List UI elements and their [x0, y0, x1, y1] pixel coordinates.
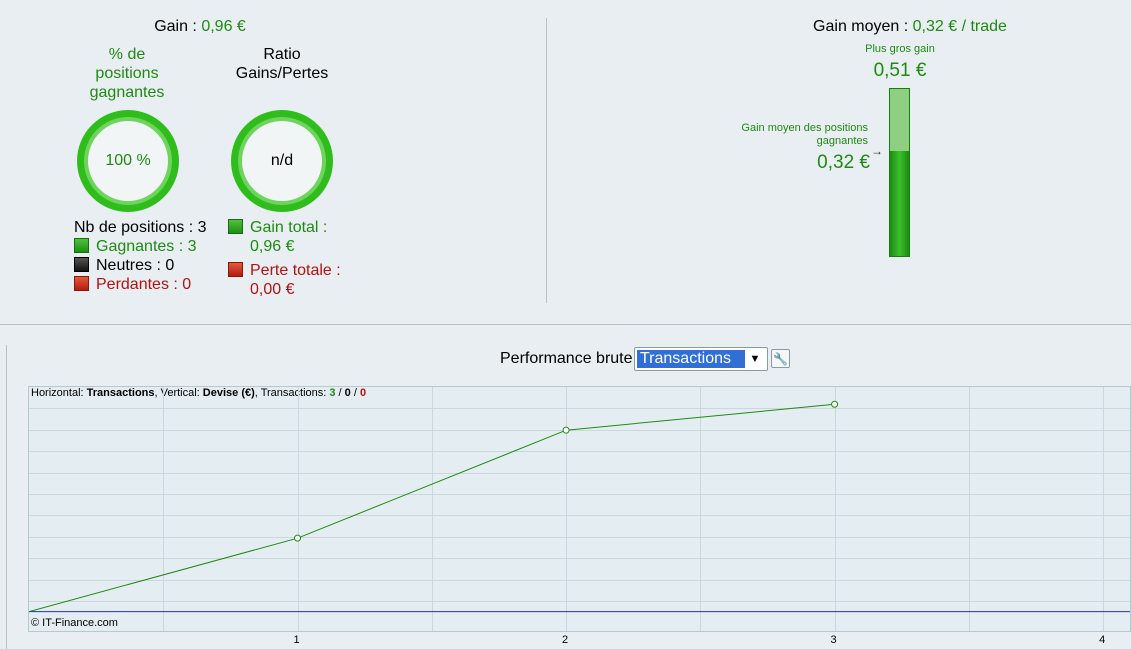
max-gain-value: 0,51 € [873, 60, 927, 81]
performance-title: Performance brute [500, 350, 633, 367]
average-gain-value: 0,32 € / trade [912, 18, 1007, 35]
data-point [831, 400, 839, 408]
wrench-icon: 🔧 [773, 351, 788, 366]
losing-count: Perdantes : 0 [96, 276, 192, 293]
pct-winning-gauge: 100 % [77, 110, 179, 212]
chevron-down-icon[interactable]: ▼ [745, 350, 765, 368]
performance-select-value: Transactions [637, 350, 745, 368]
gain-bar-fill [890, 151, 909, 256]
winning-count: Gagnantes : 3 [96, 238, 197, 255]
x-tick-label: 1 [293, 634, 300, 646]
pct-winning-value: 100 % [88, 121, 168, 201]
vertical-divider [546, 18, 547, 303]
gain-total-swatch [228, 219, 243, 234]
neutral-swatch [74, 257, 89, 272]
copyright: © IT-Finance.com [31, 617, 118, 629]
gain-total-value: 0,96 € [250, 238, 295, 255]
perte-totale-swatch [228, 262, 243, 277]
x-tick-label: 3 [830, 634, 837, 646]
horizontal-divider [0, 324, 1131, 325]
average-gain: Gain moyen : 0,32 € / trade [760, 18, 1060, 36]
gain-summary: Gain : 0,96 € [80, 18, 320, 36]
left-panel-edge [6, 345, 7, 649]
data-point [294, 534, 302, 542]
gain-bar [889, 88, 910, 257]
performance-chart: Horizontal: Transactions, Vertical: Devi… [28, 386, 1131, 632]
avg-win-label: Gain moyen des positions gagnantes [741, 122, 868, 147]
performance-select[interactable]: Transactions ▼ [634, 347, 768, 371]
wrench-button[interactable]: 🔧 [771, 349, 790, 368]
ratio-gauge: n/d [231, 110, 333, 212]
pct-title: % de positions gagnantes [89, 46, 165, 101]
data-point [562, 426, 570, 434]
x-tick-label: 4 [1099, 634, 1106, 646]
gain-total-label: Gain total : [250, 219, 328, 236]
perte-totale-value: 0,00 € [250, 281, 295, 298]
avg-win-value: 0,32 € [817, 152, 870, 173]
losing-swatch [74, 276, 89, 291]
gain-label: Gain : [154, 18, 202, 35]
max-gain-label: Plus gros gain [865, 43, 935, 55]
gain-value: 0,96 € [201, 18, 246, 35]
average-gain-label: Gain moyen : [813, 18, 913, 35]
ratio-value: n/d [242, 121, 322, 201]
nb-positions: Nb de positions : 3 [74, 219, 207, 236]
perte-totale-label: Perte totale : [250, 262, 341, 279]
neutral-count: Neutres : 0 [96, 257, 175, 274]
winning-swatch [74, 238, 89, 253]
ratio-title: Ratio Gains/Pertes [235, 46, 329, 82]
x-tick-labels: 1 2 3 4 [28, 634, 1131, 648]
avg-win-arrow-icon: → [871, 144, 883, 158]
chart-svg [29, 387, 1130, 631]
x-tick-label: 2 [562, 634, 569, 646]
